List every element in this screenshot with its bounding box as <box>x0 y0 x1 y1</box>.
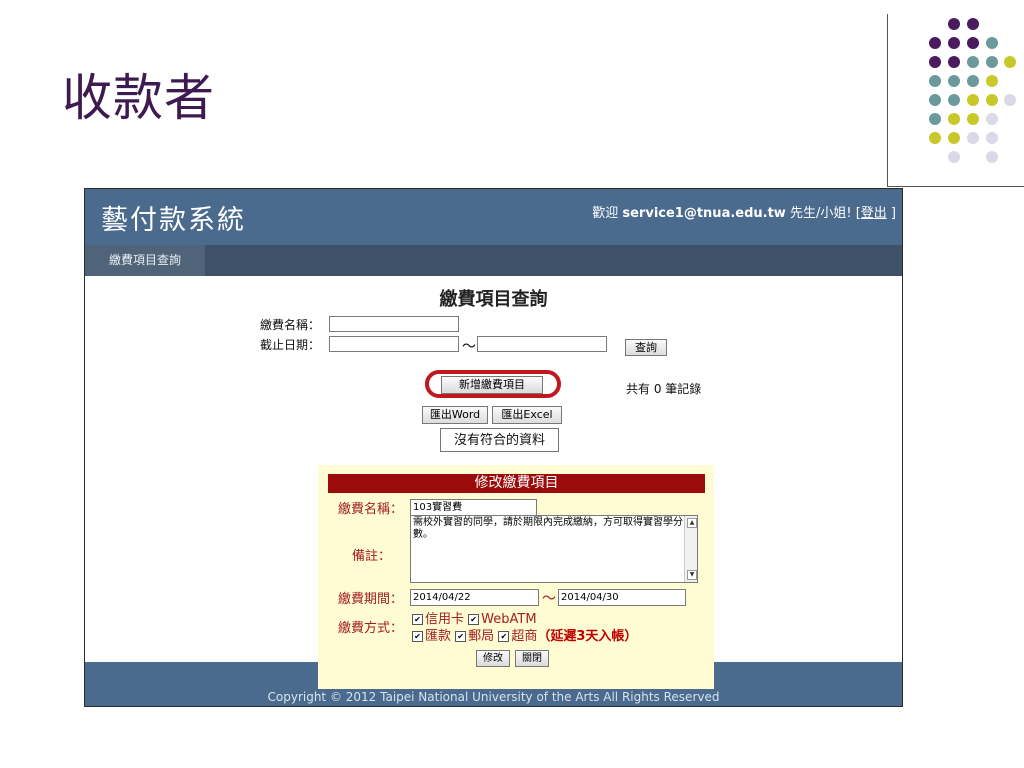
method-convenience-store: 超商 <box>511 629 538 644</box>
checkbox-convenience-store[interactable]: ✔ <box>498 631 510 642</box>
date-range-tilde: ～ <box>462 339 476 355</box>
decorative-dot <box>929 94 941 106</box>
decorative-dot <box>929 132 941 144</box>
decorative-dot <box>967 132 979 144</box>
decorative-dot <box>986 132 998 144</box>
decorative-dot <box>948 56 960 68</box>
method-post-office: 郵局 <box>468 629 495 644</box>
decorative-dot <box>986 37 998 49</box>
decorative-dot <box>929 56 941 68</box>
welcome-message: 歡迎 service1@tnua.edu.tw 先生/小姐! [登出 ] <box>592 202 896 221</box>
decorative-dot <box>1004 56 1016 68</box>
page-heading: 繳費項目查詢 <box>439 289 548 310</box>
period-to-input[interactable]: 2014/04/30 <box>558 589 686 606</box>
slide-title: 收款者 <box>62 69 215 127</box>
divider-vertical <box>887 14 888 186</box>
edit-note-textarea[interactable]: 需校外實習的同學，請於期限內完成繳納，方可取得實習學分數。 ▲ ▼ <box>410 515 698 583</box>
welcome-prefix: 歡迎 <box>592 206 619 221</box>
edit-pay-method-label: 繳費方式： <box>338 621 404 636</box>
delay-note: （延遲3天入帳） <box>537 629 638 644</box>
method-remittance: 匯款 <box>425 629 452 644</box>
highlight-oval <box>425 370 561 398</box>
decorative-dot <box>967 18 979 30</box>
edit-fee-item-panel: 修改繳費項目 繳費名稱： 103實習費 備註： 需校外實習的同學，請於期限內完成… <box>318 465 714 689</box>
period-from-input[interactable]: 2014/04/22 <box>410 589 539 606</box>
divider-horizontal <box>887 186 1024 187</box>
app-screenshot: 藝付款系統 歡迎 service1@tnua.edu.tw 先生/小姐! [登出… <box>84 188 903 707</box>
period-tilde: ～ <box>542 591 556 607</box>
decorative-dot <box>929 75 941 87</box>
decorative-dot <box>986 113 998 125</box>
copyright-text: Copyright © 2012 Taipei National Univers… <box>267 690 720 704</box>
fee-name-label: 繳費名稱： <box>260 318 321 332</box>
decorative-dot <box>967 75 979 87</box>
edit-name-input[interactable]: 103實習費 <box>410 499 537 516</box>
pay-methods-row-2: ✔ 匯款 ✔ 郵局 ✔ 超商（延遲3天入帳） <box>412 625 637 644</box>
decorative-dot <box>986 151 998 163</box>
deadline-from-input[interactable] <box>329 336 459 352</box>
record-count: 共有 0 筆記錄 <box>626 382 702 396</box>
decorative-dot <box>948 75 960 87</box>
deadline-label: 截止日期： <box>260 338 321 352</box>
decorative-dot <box>948 94 960 106</box>
export-word-button[interactable]: 匯出Word <box>422 406 488 424</box>
user-email: service1@tnua.edu.tw <box>622 206 786 221</box>
edit-name-label: 繳費名稱： <box>338 502 404 517</box>
decorative-dot <box>948 113 960 125</box>
decorative-dot <box>967 94 979 106</box>
menu-bar: 繳費項目查詢 <box>85 245 902 276</box>
decorative-dot <box>986 94 998 106</box>
logout-link[interactable]: 登出 <box>861 206 887 221</box>
decorative-dot <box>967 113 979 125</box>
app-title: 藝付款系統 <box>101 205 246 236</box>
no-data-message: 沒有符合的資料 <box>440 428 559 452</box>
decorative-dot <box>948 37 960 49</box>
checkbox-webatm[interactable]: ✔ <box>468 614 480 625</box>
decorative-dot <box>948 18 960 30</box>
welcome-close: ] <box>890 206 896 221</box>
app-header: 藝付款系統 歡迎 service1@tnua.edu.tw 先生/小姐! [登出… <box>85 189 902 245</box>
menu-item-fee-query[interactable]: 繳費項目查詢 <box>85 245 205 276</box>
close-button[interactable]: 關閉 <box>515 650 549 667</box>
checkbox-credit-card[interactable]: ✔ <box>412 614 423 625</box>
scroll-up-icon[interactable]: ▲ <box>687 518 697 528</box>
decorative-dot <box>986 75 998 87</box>
edit-note-label: 備註： <box>352 549 392 564</box>
edit-panel-title: 修改繳費項目 <box>328 474 705 493</box>
decorative-dot <box>948 132 960 144</box>
fee-name-input[interactable] <box>329 316 459 332</box>
note-scrollbar[interactable]: ▲ ▼ <box>684 516 697 582</box>
decorative-dot <box>948 151 960 163</box>
export-excel-button[interactable]: 匯出Excel <box>492 406 562 424</box>
decorative-dot <box>986 56 998 68</box>
welcome-suffix: 先生/小姐! [ <box>789 206 861 221</box>
decorative-dot <box>929 113 941 125</box>
scroll-down-icon[interactable]: ▼ <box>687 570 697 580</box>
decorative-dot <box>929 37 941 49</box>
note-text: 需校外實習的同學，請於期限內完成繳納，方可取得實習學分數。 <box>413 517 683 540</box>
search-button[interactable]: 查詢 <box>625 339 667 356</box>
edit-period-label: 繳費期間： <box>338 592 404 607</box>
decorative-dot <box>967 56 979 68</box>
checkbox-remittance[interactable]: ✔ <box>412 631 423 642</box>
decorative-dot <box>1004 94 1016 106</box>
deadline-to-input[interactable] <box>477 336 607 352</box>
checkbox-post-office[interactable]: ✔ <box>455 631 467 642</box>
decorative-dot <box>967 37 979 49</box>
save-button[interactable]: 修改 <box>476 650 510 667</box>
